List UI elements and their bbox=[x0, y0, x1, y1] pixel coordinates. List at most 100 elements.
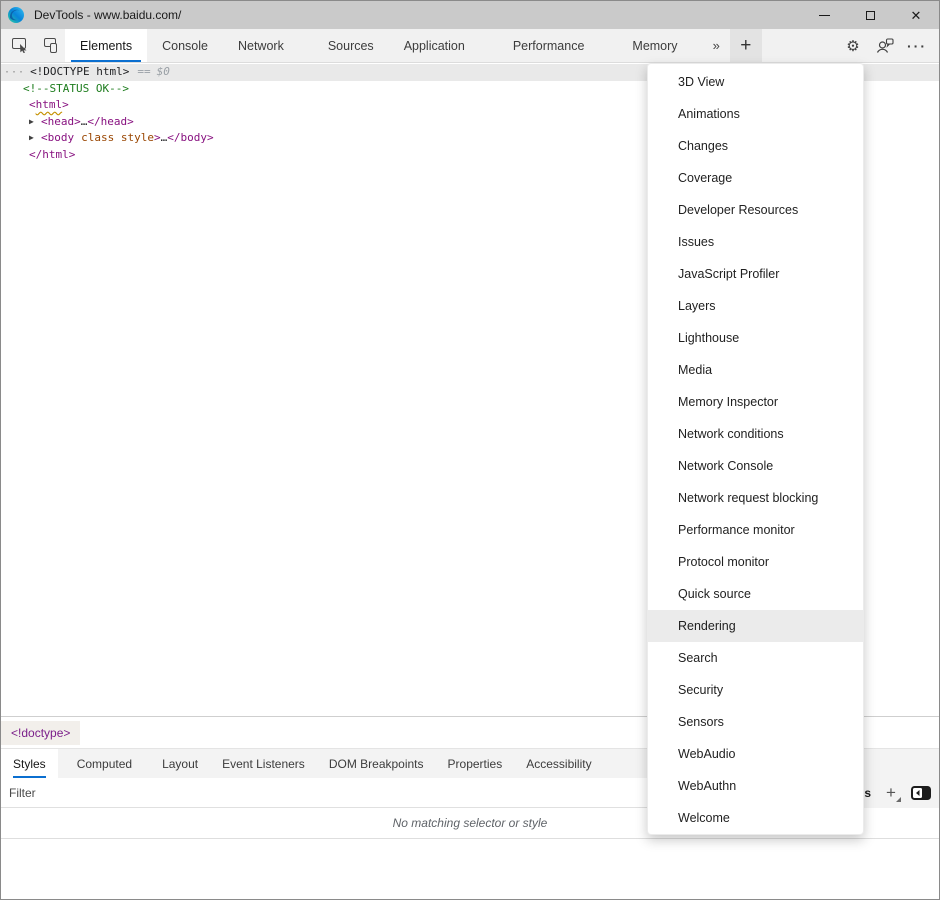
menu-item-issues[interactable]: Issues bbox=[648, 226, 863, 258]
menu-item-media[interactable]: Media bbox=[648, 354, 863, 386]
inspect-element-button[interactable] bbox=[5, 29, 35, 62]
plus-icon: + bbox=[740, 35, 751, 57]
inspect-cursor-icon bbox=[12, 38, 29, 53]
gear-icon: ⚙ bbox=[846, 37, 859, 55]
tab-accessibility[interactable]: Accessibility bbox=[514, 749, 603, 778]
dollar-zero-ref: $0 bbox=[157, 65, 170, 78]
menu-item-network-request-blocking[interactable]: Network request blocking bbox=[648, 482, 863, 514]
devtools-toolbar: Elements Console Network Sources Applica… bbox=[1, 29, 939, 63]
feedback-icon bbox=[876, 38, 894, 53]
menu-item-rendering[interactable]: Rendering bbox=[648, 610, 863, 642]
window-title: DevTools - www.baidu.com/ bbox=[34, 8, 181, 22]
tab-network[interactable]: Network bbox=[223, 29, 299, 62]
menu-item-javascript-profiler[interactable]: JavaScript Profiler bbox=[648, 258, 863, 290]
body-open-tag: <body bbox=[41, 131, 74, 144]
head-close-tag: </head> bbox=[87, 115, 133, 128]
menu-item-lighthouse[interactable]: Lighthouse bbox=[648, 322, 863, 354]
doctype-code: <!DOCTYPE html> bbox=[30, 65, 129, 78]
tab-label: Memory bbox=[632, 39, 677, 53]
close-icon: ✕ bbox=[911, 9, 922, 22]
more-tools-button[interactable]: + bbox=[730, 29, 762, 62]
equals-sign: == bbox=[137, 65, 150, 78]
menu-item-sensors[interactable]: Sensors bbox=[648, 706, 863, 738]
maximize-button[interactable] bbox=[847, 1, 893, 29]
tab-application[interactable]: Application bbox=[389, 29, 480, 62]
new-style-rule-button[interactable]: + bbox=[881, 783, 901, 803]
tab-performance[interactable]: Performance bbox=[498, 29, 600, 62]
settings-button[interactable]: ⚙ bbox=[837, 37, 869, 55]
tab-sources[interactable]: Sources bbox=[313, 29, 389, 62]
expand-arrow-icon[interactable]: ▶ bbox=[29, 130, 41, 147]
menu-item-search[interactable]: Search bbox=[648, 642, 863, 674]
tab-computed[interactable]: Computed bbox=[65, 749, 144, 778]
tab-styles[interactable]: Styles bbox=[1, 749, 58, 778]
menu-item-performance-monitor[interactable]: Performance monitor bbox=[648, 514, 863, 546]
menu-item-coverage[interactable]: Coverage bbox=[648, 162, 863, 194]
body-close-tag: </body> bbox=[167, 131, 213, 144]
more-tabs-button[interactable]: » bbox=[703, 29, 730, 62]
empty-message: No matching selector or style bbox=[393, 816, 548, 830]
device-toolbar-icon bbox=[42, 38, 59, 53]
tab-properties[interactable]: Properties bbox=[436, 749, 515, 778]
menu-item-webaudio[interactable]: WebAudio bbox=[648, 738, 863, 770]
more-options-button[interactable]: ··· bbox=[901, 38, 933, 54]
menu-item-developer-resources[interactable]: Developer Resources bbox=[648, 194, 863, 226]
chevron-double-icon: » bbox=[713, 38, 720, 53]
menu-item-network-console[interactable]: Network Console bbox=[648, 450, 863, 482]
tab-label: Layout bbox=[162, 757, 198, 771]
menu-item-quick-source[interactable]: Quick source bbox=[648, 578, 863, 610]
tag-bracket: > bbox=[154, 131, 161, 144]
more-tools-menu: 3D View Animations Changes Coverage Deve… bbox=[647, 63, 864, 835]
tab-event-listeners[interactable]: Event Listeners bbox=[210, 749, 317, 778]
menu-item-welcome[interactable]: Welcome bbox=[648, 802, 863, 834]
tab-label: Console bbox=[162, 39, 208, 53]
menu-item-webauthn[interactable]: WebAuthn bbox=[648, 770, 863, 802]
menu-item-protocol-monitor[interactable]: Protocol monitor bbox=[648, 546, 863, 578]
menu-item-animations[interactable]: Animations bbox=[648, 98, 863, 130]
tab-console[interactable]: Console bbox=[147, 29, 223, 62]
expand-arrow-icon[interactable]: ▶ bbox=[29, 114, 41, 131]
body-attributes: class style bbox=[81, 131, 154, 144]
menu-item-network-conditions[interactable]: Network conditions bbox=[648, 418, 863, 450]
device-emulation-button[interactable] bbox=[35, 29, 65, 62]
tag-bracket: > bbox=[62, 98, 69, 111]
menu-item-layers[interactable]: Layers bbox=[648, 290, 863, 322]
computed-sidebar-toggle-button[interactable] bbox=[911, 786, 931, 801]
tab-label: Event Listeners bbox=[222, 757, 305, 771]
feedback-button[interactable] bbox=[869, 38, 901, 53]
menu-item-changes[interactable]: Changes bbox=[648, 130, 863, 162]
toolbar-right-icons: ⚙ ··· bbox=[833, 29, 939, 62]
tab-dom-breakpoints[interactable]: DOM Breakpoints bbox=[317, 749, 436, 778]
tag-bracket: < bbox=[29, 98, 36, 111]
gutter-dots-icon: ··· bbox=[4, 67, 25, 78]
html-close-tag: </html> bbox=[29, 148, 75, 161]
breadcrumb-item-doctype[interactable]: <!doctype> bbox=[1, 721, 80, 745]
html-tag-name: html bbox=[36, 98, 63, 111]
plus-icon: + bbox=[886, 783, 896, 802]
breadcrumb-label: <!doctype> bbox=[11, 726, 70, 740]
tab-label: Computed bbox=[77, 757, 132, 771]
comment-text: <!--STATUS OK--> bbox=[23, 82, 129, 95]
menu-item-security[interactable]: Security bbox=[648, 674, 863, 706]
tab-label: Elements bbox=[80, 39, 132, 53]
ellipsis-icon: ··· bbox=[907, 38, 927, 54]
close-button[interactable]: ✕ bbox=[893, 1, 939, 29]
maximize-icon bbox=[866, 11, 875, 20]
tab-layout[interactable]: Layout bbox=[150, 749, 210, 778]
tab-label: Sources bbox=[328, 39, 374, 53]
menu-item-memory-inspector[interactable]: Memory Inspector bbox=[648, 386, 863, 418]
head-open-tag: <head> bbox=[41, 115, 81, 128]
cls-button-fragment[interactable]: s bbox=[864, 786, 871, 800]
minimize-button[interactable] bbox=[801, 1, 847, 29]
minimize-icon bbox=[819, 15, 830, 16]
tab-label: Styles bbox=[13, 757, 46, 771]
tab-elements[interactable]: Elements bbox=[65, 29, 147, 62]
styles-pane-buttons: s + bbox=[851, 778, 939, 808]
menu-item-3d-view[interactable]: 3D View bbox=[648, 66, 863, 98]
tab-label: Application bbox=[404, 39, 465, 53]
tab-label: DOM Breakpoints bbox=[329, 757, 424, 771]
tab-label: Properties bbox=[448, 757, 503, 771]
window-controls: ✕ bbox=[801, 1, 939, 29]
devtools-window: DevTools - www.baidu.com/ ✕ Elements Con… bbox=[0, 0, 940, 900]
tab-memory[interactable]: Memory bbox=[617, 29, 692, 62]
